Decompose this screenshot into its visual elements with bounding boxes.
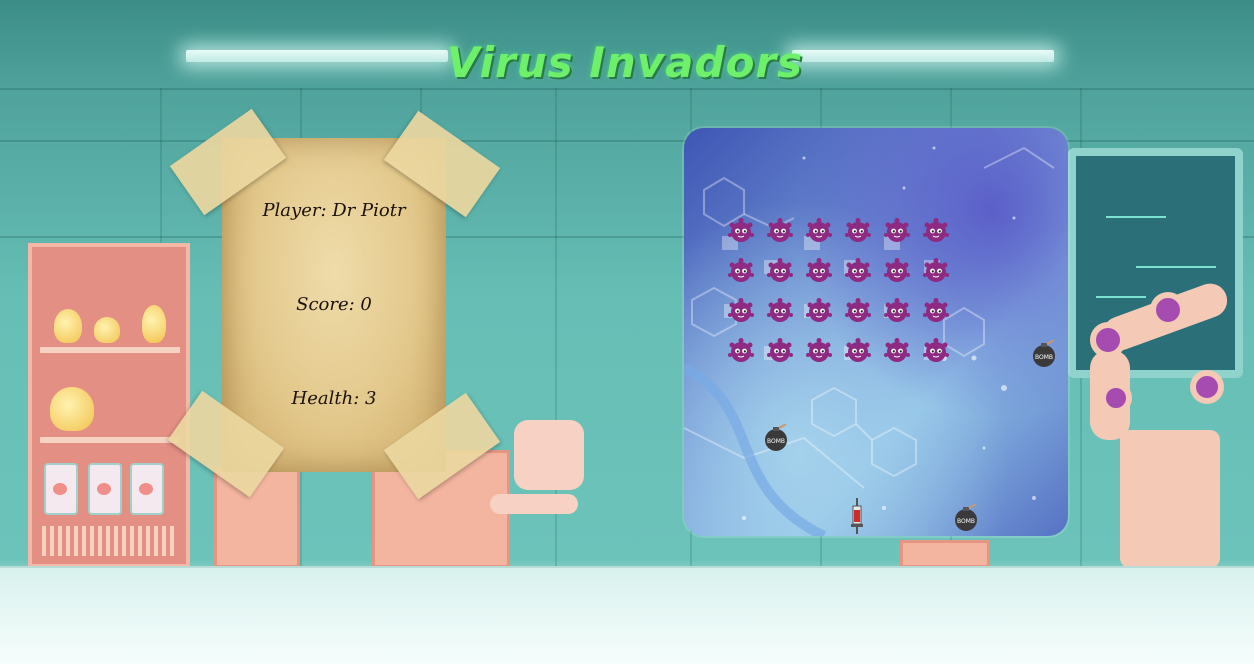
bomb-icon: BOMB [1030, 340, 1058, 368]
virus-invader-icon [845, 338, 871, 364]
jar-icon [44, 463, 78, 515]
ceiling-lamp-left [186, 50, 448, 62]
chair-seat [490, 494, 578, 514]
cabinet-grill [42, 526, 176, 556]
syringe-player-icon[interactable] [850, 498, 864, 534]
game-board[interactable]: BOMB BOMB BOMB [684, 128, 1068, 536]
lab-cabinet [28, 243, 190, 568]
monitor-graph-line [1096, 296, 1146, 298]
robot-base [1120, 430, 1220, 568]
robot-joint-icon [1100, 382, 1132, 414]
virus-invader-icon [845, 258, 871, 284]
virus-invader-icon [845, 218, 871, 244]
ceiling-lamp-right [792, 50, 1054, 62]
player-name: Player: Dr Piotr [262, 200, 406, 221]
svg-text:BOMB: BOMB [767, 438, 785, 445]
virus-invader-icon [767, 218, 793, 244]
wall-divider [0, 88, 1254, 90]
svg-text:BOMB: BOMB [957, 518, 975, 525]
svg-text:BOMB: BOMB [1035, 354, 1053, 361]
virus-invader-icon [845, 298, 871, 324]
virus-invader-icon [884, 218, 910, 244]
desk [900, 540, 990, 568]
virus-invader-icon [728, 258, 754, 284]
robot-joint-icon [1150, 292, 1186, 328]
virus-invader-icon [728, 338, 754, 364]
virus-invader-icon [767, 298, 793, 324]
virus-invader-icon [806, 338, 832, 364]
bomb-icon: BOMB [762, 424, 790, 452]
virus-invader-icon [884, 298, 910, 324]
virus-invader-icon [767, 258, 793, 284]
health-value: Health: 3 [291, 388, 377, 409]
virus-invader-icon [806, 218, 832, 244]
monitor-graph-line [1136, 266, 1216, 268]
floor [0, 568, 1254, 664]
monitor-graph-line [1106, 216, 1166, 218]
jar-icon [130, 463, 164, 515]
flask-icon [50, 387, 94, 431]
flask-icon [94, 317, 120, 343]
virus-invader-icon [806, 258, 832, 284]
virus-invader-icon [923, 338, 949, 364]
virus-invader-icon [767, 338, 793, 364]
virus-invader-icon [884, 338, 910, 364]
bomb-icon: BOMB [952, 504, 980, 532]
virus-invader-icon [923, 218, 949, 244]
cabinet-shelf [40, 347, 180, 353]
virus-invader-icon [884, 258, 910, 284]
cabinet-shelf [40, 437, 180, 443]
virus-invader-icon [923, 258, 949, 284]
virus-invader-icon [728, 298, 754, 324]
virus-invader-icon [923, 298, 949, 324]
virus-invader-icon [728, 218, 754, 244]
jar-icon [88, 463, 122, 515]
game-title: Virus Invadors [446, 38, 804, 87]
flask-icon [142, 305, 166, 343]
score-value: Score: 0 [296, 294, 372, 315]
molecule-pattern [684, 146, 1055, 536]
flask-icon [54, 309, 82, 343]
robot-joint-icon [1090, 322, 1126, 358]
chair-back [514, 420, 584, 490]
virus-invader-icon [806, 298, 832, 324]
robot-joint-icon [1190, 370, 1224, 404]
